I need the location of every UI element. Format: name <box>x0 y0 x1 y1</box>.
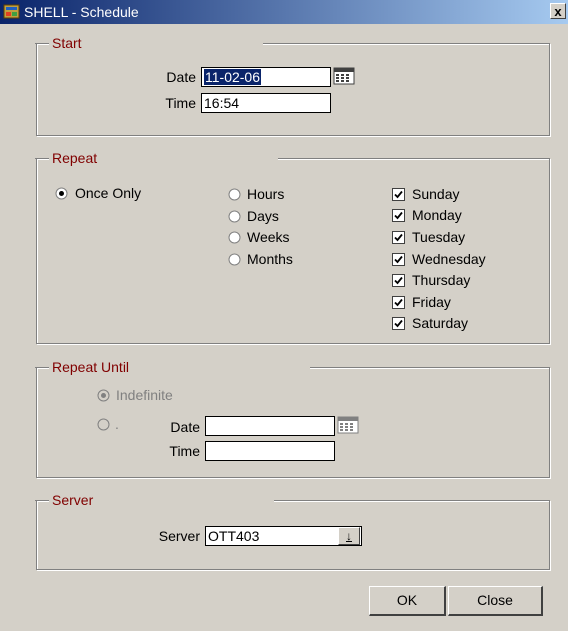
interval-hours-label: Hours <box>247 186 285 202</box>
close-button[interactable]: Close <box>448 586 543 616</box>
until-time-label: Time <box>169 443 200 459</box>
day-tuesday-checkbox[interactable] <box>392 231 405 244</box>
day-friday-label: Friday <box>412 294 451 310</box>
indefinite-label: Indefinite <box>116 387 173 403</box>
app-icon <box>3 4 20 19</box>
close-window-button[interactable]: x <box>550 3 566 19</box>
day-saturday-label: Saturday <box>412 315 469 331</box>
server-label: Server <box>158 528 200 544</box>
interval-days-label: Days <box>247 208 279 224</box>
server-value: OTT403 <box>208 528 260 544</box>
close-button-label: Close <box>477 592 513 608</box>
interval-months-label: Months <box>247 251 293 267</box>
start-time-field[interactable]: 16:54 <box>201 93 331 113</box>
once-only-radio[interactable] <box>55 187 68 200</box>
start-group: Start <box>35 34 550 136</box>
start-date-label: Date <box>166 69 196 85</box>
day-tuesday-label: Tuesday <box>412 229 466 245</box>
repeat-group-label: Repeat <box>34 149 279 167</box>
interval-hours-radio[interactable] <box>228 188 241 201</box>
day-sunday-checkbox[interactable] <box>392 188 405 201</box>
start-date-field[interactable]: 11-02-06 <box>201 67 331 87</box>
day-thursday-label: Thursday <box>412 272 471 288</box>
until-date-field[interactable] <box>205 416 335 436</box>
interval-months-radio[interactable] <box>228 253 241 266</box>
start-date-value: 11-02-06 <box>204 69 262 85</box>
indefinite-radio <box>97 389 110 402</box>
title-bar: SHELL - Schedule x <box>0 0 568 24</box>
ok-button[interactable]: OK <box>369 586 446 616</box>
server-group-label: Server <box>34 491 276 509</box>
close-icon: x <box>554 4 562 19</box>
repeat-until-group-label: Repeat Until <box>34 358 311 376</box>
until-date-label: Date <box>170 419 200 435</box>
until-date-calendar-icon <box>337 416 359 434</box>
start-date-calendar-icon[interactable] <box>333 67 355 85</box>
until-time-field[interactable] <box>205 441 335 461</box>
start-time-value: 16:54 <box>204 95 240 111</box>
day-saturday-checkbox[interactable] <box>392 317 405 330</box>
chevron-down-icon: ↓ <box>346 529 352 543</box>
window-title: SHELL - Schedule <box>24 4 139 20</box>
interval-days-radio[interactable] <box>228 210 241 223</box>
interval-weeks-label: Weeks <box>247 229 290 245</box>
start-time-label: Time <box>165 95 196 111</box>
server-dropdown-button[interactable]: ↓ <box>338 527 360 545</box>
ok-button-label: OK <box>396 592 418 608</box>
until-date-radio <box>97 418 110 431</box>
day-monday-label: Monday <box>412 207 462 223</box>
day-wednesday-checkbox[interactable] <box>392 253 405 266</box>
day-monday-checkbox[interactable] <box>392 209 405 222</box>
start-group-label: Start <box>35 34 261 52</box>
day-friday-checkbox[interactable] <box>392 296 405 309</box>
once-only-label: Once Only <box>75 185 142 201</box>
day-sunday-label: Sunday <box>412 186 460 202</box>
day-wednesday-label: Wednesday <box>412 251 486 267</box>
until-date-radio-label: . <box>115 416 119 432</box>
day-thursday-checkbox[interactable] <box>392 274 405 287</box>
interval-weeks-radio[interactable] <box>228 231 241 244</box>
